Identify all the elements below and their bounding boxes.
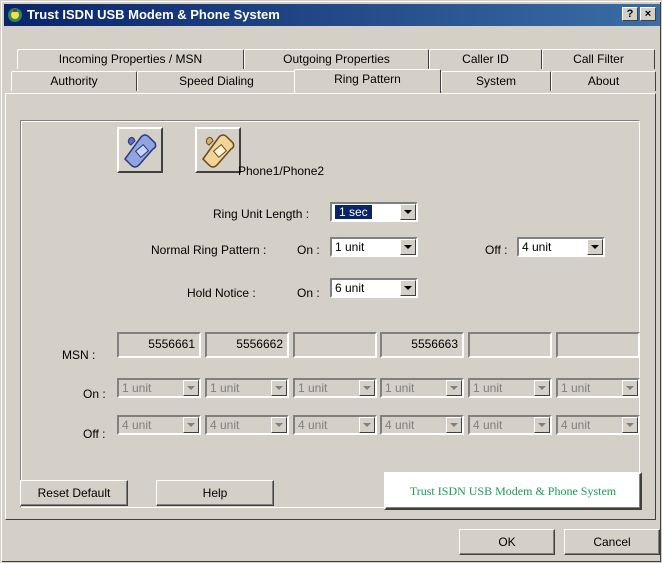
cancel-button[interactable]: Cancel [564,529,660,555]
phone-beige-icon [197,134,239,174]
msn-field-4: 5556663 [380,332,464,358]
msn-on-select-1: 1 unit [117,378,201,398]
chevron-down-icon [534,417,550,433]
tab-call-filter[interactable]: Call Filter [542,49,655,69]
msn-off-select-4: 4 unit [380,415,464,435]
normal-ring-off-select[interactable]: 4 unit [517,237,605,257]
tab-outgoing-properties[interactable]: Outgoing Properties [244,49,429,69]
help-title-button[interactable]: ? [622,7,638,21]
msn-off-value: 4 unit [473,418,503,432]
msn-on-select-5: 1 unit [468,378,552,398]
ok-button[interactable]: OK [459,529,555,555]
msn-on-value: 1 unit [210,381,240,395]
normal-ring-on-select[interactable]: 1 unit [330,237,418,257]
chevron-down-icon [359,417,375,433]
phone-label: Phone1/Phone2 [238,164,325,178]
msn-field-3 [293,332,377,358]
msn-on-select-4: 1 unit [380,378,464,398]
msn-off-value: 4 unit [561,418,591,432]
msn-on-value: 1 unit [298,381,328,395]
normal-ring-on-value: 1 unit [335,240,365,254]
tab-speed-dialing[interactable]: Speed Dialing [137,71,296,91]
tab-incoming-properties[interactable]: Incoming Properties / MSN [17,49,244,69]
msn-off-select-5: 4 unit [468,415,552,435]
msn-off-select-1: 4 unit [117,415,201,435]
normal-ring-off-label: Off : [485,243,508,257]
chevron-down-icon[interactable] [400,204,416,220]
chevron-down-icon [622,417,638,433]
ring-unit-value: 1 sec [334,204,373,220]
help-button[interactable]: Help [156,480,274,506]
chevron-down-icon [446,380,462,396]
chevron-down-icon [183,417,199,433]
chevron-down-icon [622,380,638,396]
brand-banner-button[interactable]: Trust ISDN USB Modem & Phone System [384,472,642,510]
tab-system[interactable]: System [441,71,551,91]
msn-on-value: 1 unit [122,381,152,395]
msn-field-6 [556,332,640,358]
close-button[interactable]: × [640,7,656,21]
msn-off-select-2: 4 unit [205,415,289,435]
chevron-down-icon [271,417,287,433]
phone2-button[interactable] [195,127,241,173]
ring-unit-select[interactable]: 1 sec [330,202,418,222]
msn-on-select-6: 1 unit [556,378,640,398]
dialog-window: Trust ISDN USB Modem & Phone System ? × … [0,0,662,563]
window-title: Trust ISDN USB Modem & Phone System [27,7,280,22]
tab-about[interactable]: About [551,71,656,91]
chevron-down-icon [183,380,199,396]
hold-notice-select[interactable]: 6 unit [330,278,418,298]
msn-off-select-6: 4 unit [556,415,640,435]
msn-on-select-3: 1 unit [293,378,377,398]
chevron-down-icon [271,380,287,396]
msn-on-select-2: 1 unit [205,378,289,398]
chevron-down-icon [534,380,550,396]
tab-caller-id[interactable]: Caller ID [429,49,542,69]
chevron-down-icon [446,417,462,433]
msn-label: MSN : [62,348,96,362]
msn-off-select-3: 4 unit [293,415,377,435]
app-icon [7,7,23,23]
normal-ring-off-value: 4 unit [522,240,552,254]
ring-pattern-group [20,120,640,508]
msn-on-label: On : [83,387,106,401]
chevron-down-icon[interactable] [400,239,416,255]
hold-notice-label: Hold Notice : [187,286,256,300]
msn-off-label: Off : [83,427,106,441]
phone1-button[interactable] [117,127,163,173]
msn-field-5 [468,332,552,358]
msn-off-value: 4 unit [122,418,152,432]
reset-default-button[interactable]: Reset Default [20,480,128,506]
msn-off-value: 4 unit [210,418,240,432]
hold-notice-on-label: On : [297,286,320,300]
msn-field-2: 5556662 [205,332,289,358]
msn-on-value: 1 unit [473,381,503,395]
msn-field-1: 5556661 [117,332,201,358]
msn-on-value: 1 unit [561,381,591,395]
chevron-down-icon [359,380,375,396]
title-bar: Trust ISDN USB Modem & Phone System ? × [4,4,660,26]
normal-ring-on-label: On : [297,243,320,257]
hold-notice-value: 6 unit [335,281,365,295]
phone-blue-icon [119,134,161,174]
msn-off-value: 4 unit [298,418,328,432]
tab-ring-pattern[interactable]: Ring Pattern [294,69,441,93]
chevron-down-icon[interactable] [400,280,416,296]
chevron-down-icon[interactable] [587,239,603,255]
normal-ring-label: Normal Ring Pattern : [151,243,267,257]
ring-unit-label: Ring Unit Length : [213,207,310,221]
msn-on-value: 1 unit [385,381,415,395]
msn-off-value: 4 unit [385,418,415,432]
tab-authority[interactable]: Authority [11,71,137,91]
